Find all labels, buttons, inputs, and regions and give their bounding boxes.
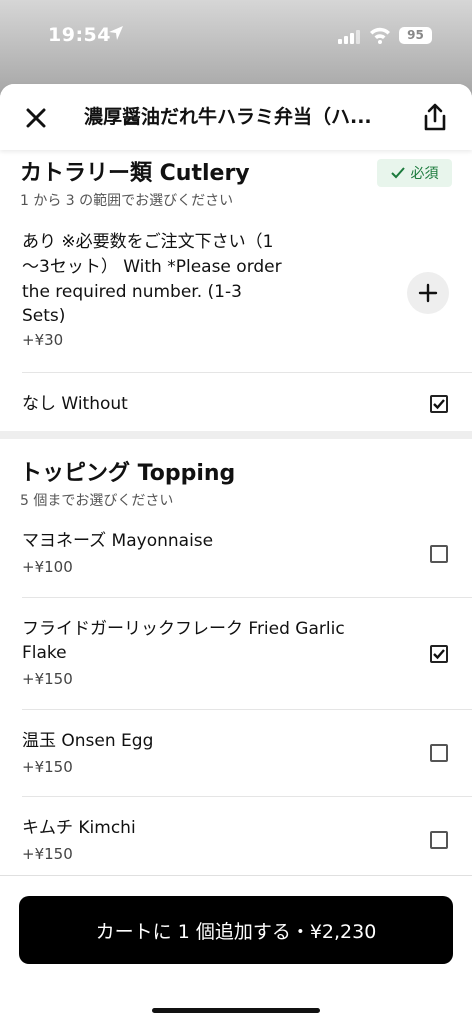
checkmark-icon [433, 399, 445, 410]
section-title-topping: トッピング Topping [20, 461, 236, 486]
status-bar: 19:54 95 [0, 0, 472, 70]
option-checkbox-checked[interactable] [430, 645, 448, 663]
cellular-signal-icon [338, 30, 360, 44]
status-time: 19:54 [48, 24, 111, 46]
wifi-icon [370, 27, 390, 44]
checkmark-icon [433, 649, 445, 660]
home-indicator [152, 1008, 320, 1013]
required-badge-label: 必須 [410, 166, 439, 182]
section-subtitle-topping: 5 個までお選びください [20, 493, 174, 509]
option-price: +¥150 [22, 845, 73, 863]
item-options-sheet: 濃厚醤油だれ牛ハラミ弁当（ハ... カトラリー類 Cutlery 1 から 3 … [0, 84, 472, 1024]
option-name: マヨネーズ Mayonnaise [22, 531, 214, 551]
add-quantity-button[interactable] [407, 272, 449, 314]
option-price: +¥150 [22, 670, 73, 688]
sheet-header: 濃厚醤油だれ牛ハラミ弁当（ハ... [0, 84, 472, 150]
option-name-line: Sets) [22, 306, 66, 326]
option-name: キムチ Kimchi [22, 818, 136, 838]
divider [22, 709, 472, 710]
option-name-line: 〜3セット） With *Please order [22, 257, 282, 277]
option-checkbox-checked[interactable] [430, 395, 448, 413]
option-name: 温玉 Onsen Egg [22, 731, 154, 751]
battery-indicator: 95 [399, 27, 432, 44]
option-name: なし Without [22, 394, 128, 414]
divider [22, 597, 472, 598]
option-checkbox[interactable] [430, 831, 448, 849]
option-checkbox[interactable] [430, 744, 448, 762]
option-checkbox[interactable] [430, 545, 448, 563]
option-name-line: the required number. (1-3 [22, 282, 242, 302]
option-price: +¥100 [22, 558, 73, 576]
location-arrow-icon [109, 26, 123, 40]
option-name-line: あり ※必要数をご注文下さい（1 [22, 232, 274, 252]
option-name-line: Flake [22, 643, 67, 663]
item-title: 濃厚醤油だれ牛ハラミ弁当（ハ... [84, 106, 372, 128]
add-to-cart-button[interactable]: カートに 1 個追加する・¥2,230 [19, 896, 453, 964]
section-subtitle-cutlery: 1 から 3 の範囲でお選びください [20, 193, 234, 209]
share-icon[interactable] [422, 102, 448, 132]
checkmark-icon [390, 167, 405, 179]
option-name-line: フライドガーリックフレーク Fried Garlic [22, 619, 345, 639]
option-price: +¥150 [22, 758, 73, 776]
divider [22, 372, 472, 373]
close-icon[interactable] [22, 104, 50, 132]
option-price: +¥30 [22, 331, 64, 349]
required-badge: 必須 [377, 159, 452, 187]
footer-divider [0, 875, 472, 876]
section-title-cutlery: カトラリー類 Cutlery [20, 161, 250, 186]
divider [22, 796, 472, 797]
section-separator [0, 431, 472, 439]
plus-icon [418, 283, 438, 303]
